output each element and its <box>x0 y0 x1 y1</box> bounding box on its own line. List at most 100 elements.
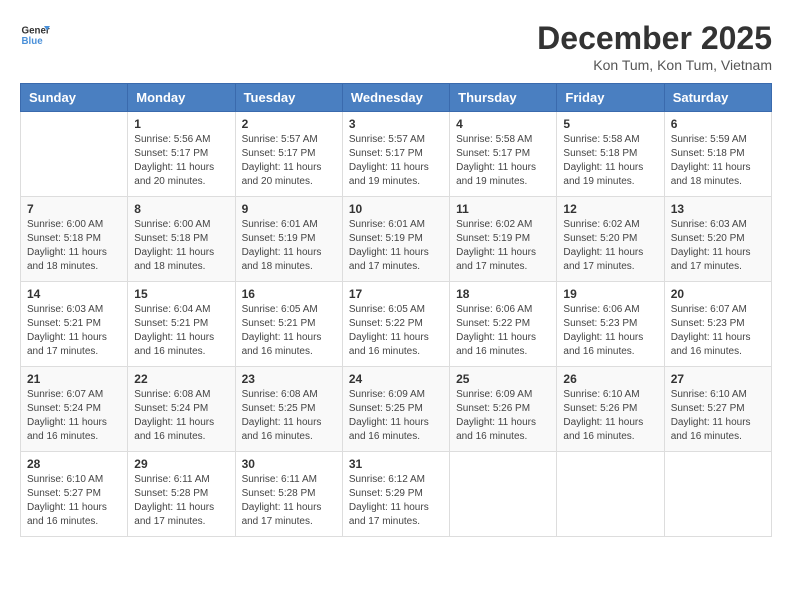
day-info: Sunrise: 6:03 AM Sunset: 5:20 PM Dayligh… <box>671 218 765 274</box>
calendar-cell: 12Sunrise: 6:02 AM Sunset: 5:20 PM Dayli… <box>557 197 664 282</box>
calendar-cell: 8 Sunrise: 6:00 AM Sunset: 5:18 PM Daylig… <box>128 197 235 282</box>
day-info: Sunrise: 5:59 AM Sunset: 5:18 PM Dayligh… <box>671 133 765 189</box>
calendar-cell: 31 Sunrise: 6:12 AM Sunset: 5:29 PM Dayli… <box>342 452 449 537</box>
svg-text:Blue: Blue <box>22 36 44 47</box>
day-info: Sunrise: 6:11 AM Sunset: 5:28 PM Dayligh… <box>242 473 336 529</box>
day-info: Sunrise: 6:02 AM Sunset: 5:19 PM Dayligh… <box>456 218 550 274</box>
day-info: Sunrise: 6:05 AM Sunset: 5:21 PM Dayligh… <box>242 303 336 359</box>
day-info: Sunrise: 6:07 AM Sunset: 5:24 PM Dayligh… <box>27 388 121 444</box>
day-info: Sunrise: 6:07 AM Sunset: 5:23 PM Dayligh… <box>671 303 765 359</box>
calendar-week-row: 7 Sunrise: 6:00 AM Sunset: 5:18 PM Daylig… <box>21 197 772 282</box>
day-number: 5 <box>563 117 657 131</box>
calendar-cell: 1Sunrise: 5:56 AM Sunset: 5:17 PM Daylig… <box>128 112 235 197</box>
calendar-cell: 3 Sunrise: 5:57 AM Sunset: 5:17 PM Daylig… <box>342 112 449 197</box>
calendar-cell: 10 Sunrise: 6:01 AM Sunset: 5:19 PM Dayli… <box>342 197 449 282</box>
day-number: 17 <box>349 287 443 301</box>
day-number: 10 <box>349 202 443 216</box>
calendar-header-sunday: Sunday <box>21 84 128 112</box>
day-number: 6 <box>671 117 765 131</box>
calendar-table: SundayMondayTuesdayWednesdayThursdayFrid… <box>20 83 772 537</box>
day-info: Sunrise: 5:58 AM Sunset: 5:18 PM Dayligh… <box>563 133 657 189</box>
title-block: December 2025 Kon Tum, Kon Tum, Vietnam <box>537 20 772 73</box>
page-header: General Blue December 2025 Kon Tum, Kon … <box>20 20 772 73</box>
day-info: Sunrise: 6:08 AM Sunset: 5:25 PM Dayligh… <box>242 388 336 444</box>
day-info: Sunrise: 6:12 AM Sunset: 5:29 PM Dayligh… <box>349 473 443 529</box>
day-info: Sunrise: 6:04 AM Sunset: 5:21 PM Dayligh… <box>134 303 228 359</box>
calendar-header-monday: Monday <box>128 84 235 112</box>
day-number: 8 <box>134 202 228 216</box>
calendar-week-row: 28Sunrise: 6:10 AM Sunset: 5:27 PM Dayli… <box>21 452 772 537</box>
day-info: Sunrise: 6:00 AM Sunset: 5:18 PM Dayligh… <box>27 218 121 274</box>
calendar-cell <box>557 452 664 537</box>
calendar-cell: 30 Sunrise: 6:11 AM Sunset: 5:28 PM Dayli… <box>235 452 342 537</box>
calendar-cell: 22 Sunrise: 6:08 AM Sunset: 5:24 PM Dayli… <box>128 367 235 452</box>
calendar-cell: 9 Sunrise: 6:01 AM Sunset: 5:19 PM Daylig… <box>235 197 342 282</box>
day-info: Sunrise: 6:10 AM Sunset: 5:27 PM Dayligh… <box>27 473 121 529</box>
day-number: 24 <box>349 372 443 386</box>
calendar-cell: 13 Sunrise: 6:03 AM Sunset: 5:20 PM Dayli… <box>664 197 771 282</box>
day-info: Sunrise: 6:01 AM Sunset: 5:19 PM Dayligh… <box>242 218 336 274</box>
day-number: 25 <box>456 372 550 386</box>
day-number: 20 <box>671 287 765 301</box>
calendar-cell: 17 Sunrise: 6:05 AM Sunset: 5:22 PM Dayli… <box>342 282 449 367</box>
calendar-header-wednesday: Wednesday <box>342 84 449 112</box>
day-number: 16 <box>242 287 336 301</box>
day-info: Sunrise: 6:06 AM Sunset: 5:22 PM Dayligh… <box>456 303 550 359</box>
day-number: 11 <box>456 202 550 216</box>
day-info: Sunrise: 6:09 AM Sunset: 5:26 PM Dayligh… <box>456 388 550 444</box>
calendar-cell: 18 Sunrise: 6:06 AM Sunset: 5:22 PM Dayli… <box>450 282 557 367</box>
day-number: 26 <box>563 372 657 386</box>
calendar-cell: 28Sunrise: 6:10 AM Sunset: 5:27 PM Dayli… <box>21 452 128 537</box>
day-info: Sunrise: 5:58 AM Sunset: 5:17 PM Dayligh… <box>456 133 550 189</box>
day-info: Sunrise: 5:56 AM Sunset: 5:17 PM Dayligh… <box>134 133 228 189</box>
day-number: 18 <box>456 287 550 301</box>
calendar-cell: 27Sunrise: 6:10 AM Sunset: 5:27 PM Dayli… <box>664 367 771 452</box>
calendar-cell: 7 Sunrise: 6:00 AM Sunset: 5:18 PM Daylig… <box>21 197 128 282</box>
calendar-cell: 11 Sunrise: 6:02 AM Sunset: 5:19 PM Dayli… <box>450 197 557 282</box>
calendar-cell <box>21 112 128 197</box>
day-number: 22 <box>134 372 228 386</box>
day-info: Sunrise: 6:03 AM Sunset: 5:21 PM Dayligh… <box>27 303 121 359</box>
day-info: Sunrise: 6:08 AM Sunset: 5:24 PM Dayligh… <box>134 388 228 444</box>
day-number: 14 <box>27 287 121 301</box>
day-info: Sunrise: 6:02 AM Sunset: 5:20 PM Dayligh… <box>563 218 657 274</box>
calendar-cell: 29Sunrise: 6:11 AM Sunset: 5:28 PM Dayli… <box>128 452 235 537</box>
calendar-cell <box>450 452 557 537</box>
logo: General Blue <box>20 20 50 50</box>
calendar-cell <box>664 452 771 537</box>
day-number: 19 <box>563 287 657 301</box>
calendar-cell: 24 Sunrise: 6:09 AM Sunset: 5:25 PM Dayli… <box>342 367 449 452</box>
calendar-cell: 14 Sunrise: 6:03 AM Sunset: 5:21 PM Dayli… <box>21 282 128 367</box>
calendar-week-row: 1Sunrise: 5:56 AM Sunset: 5:17 PM Daylig… <box>21 112 772 197</box>
day-number: 3 <box>349 117 443 131</box>
day-info: Sunrise: 5:57 AM Sunset: 5:17 PM Dayligh… <box>242 133 336 189</box>
calendar-header-row: SundayMondayTuesdayWednesdayThursdayFrid… <box>21 84 772 112</box>
calendar-cell: 2 Sunrise: 5:57 AM Sunset: 5:17 PM Daylig… <box>235 112 342 197</box>
day-number: 4 <box>456 117 550 131</box>
day-info: Sunrise: 6:00 AM Sunset: 5:18 PM Dayligh… <box>134 218 228 274</box>
calendar-cell: 16 Sunrise: 6:05 AM Sunset: 5:21 PM Dayli… <box>235 282 342 367</box>
calendar-cell: 20 Sunrise: 6:07 AM Sunset: 5:23 PM Dayli… <box>664 282 771 367</box>
calendar-header-thursday: Thursday <box>450 84 557 112</box>
calendar-cell: 19 Sunrise: 6:06 AM Sunset: 5:23 PM Dayli… <box>557 282 664 367</box>
calendar-header-friday: Friday <box>557 84 664 112</box>
day-number: 15 <box>134 287 228 301</box>
calendar-cell: 23Sunrise: 6:08 AM Sunset: 5:25 PM Dayli… <box>235 367 342 452</box>
day-number: 31 <box>349 457 443 471</box>
day-info: Sunrise: 5:57 AM Sunset: 5:17 PM Dayligh… <box>349 133 443 189</box>
calendar-week-row: 14 Sunrise: 6:03 AM Sunset: 5:21 PM Dayli… <box>21 282 772 367</box>
day-number: 9 <box>242 202 336 216</box>
calendar-cell: 4 Sunrise: 5:58 AM Sunset: 5:17 PM Daylig… <box>450 112 557 197</box>
calendar-cell: 6 Sunrise: 5:59 AM Sunset: 5:18 PM Daylig… <box>664 112 771 197</box>
day-info: Sunrise: 6:10 AM Sunset: 5:27 PM Dayligh… <box>671 388 765 444</box>
day-info: Sunrise: 6:09 AM Sunset: 5:25 PM Dayligh… <box>349 388 443 444</box>
calendar-cell: 15 Sunrise: 6:04 AM Sunset: 5:21 PM Dayli… <box>128 282 235 367</box>
day-info: Sunrise: 6:05 AM Sunset: 5:22 PM Dayligh… <box>349 303 443 359</box>
day-number: 7 <box>27 202 121 216</box>
day-number: 30 <box>242 457 336 471</box>
day-number: 13 <box>671 202 765 216</box>
day-number: 2 <box>242 117 336 131</box>
day-info: Sunrise: 6:01 AM Sunset: 5:19 PM Dayligh… <box>349 218 443 274</box>
calendar-cell: 26Sunrise: 6:10 AM Sunset: 5:26 PM Dayli… <box>557 367 664 452</box>
day-info: Sunrise: 6:06 AM Sunset: 5:23 PM Dayligh… <box>563 303 657 359</box>
